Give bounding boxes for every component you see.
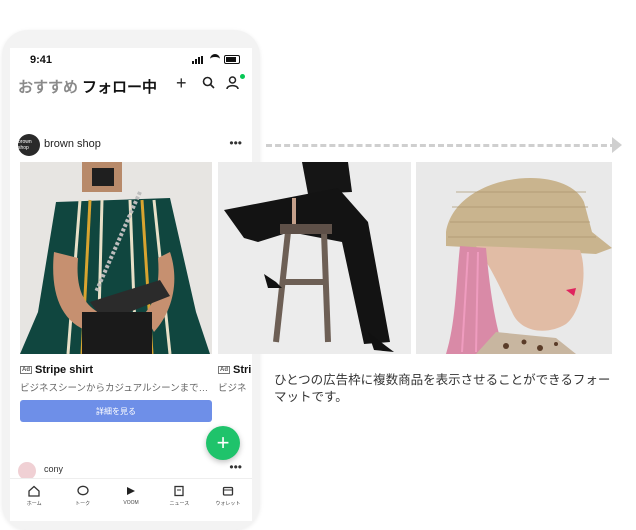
product-title-text: Stri: [233, 364, 252, 376]
post-user-row[interactable]: cony •••: [18, 460, 248, 480]
chat-icon: [76, 485, 89, 496]
format-description: ひとつの広告枠に複数商品を表示させることができるフォーマットです。: [274, 373, 611, 404]
signal-icon: [192, 55, 206, 64]
product-title[interactable]: Ad Stri: [218, 364, 252, 376]
floating-add-button[interactable]: +: [206, 426, 240, 460]
wifi-icon: [210, 54, 220, 65]
ad-badge: Ad: [218, 366, 230, 375]
ad-badge: Ad: [20, 366, 32, 375]
nav-label: トーク: [75, 501, 91, 507]
wallet-icon: [222, 486, 233, 496]
tab-following[interactable]: フォロー中: [82, 76, 157, 97]
more-icon[interactable]: •••: [229, 136, 242, 150]
more-icon[interactable]: •••: [229, 460, 242, 474]
product-title[interactable]: Ad Stripe shirt: [20, 364, 93, 376]
dashed-arrow: [266, 144, 616, 147]
arrow-head-icon: [612, 137, 622, 153]
status-time: 9:41: [30, 54, 53, 66]
nav-news[interactable]: ニュース: [155, 479, 203, 521]
user-name[interactable]: cony: [44, 464, 63, 474]
nav-label: ウォレット: [215, 501, 241, 507]
voom-icon: [127, 487, 136, 495]
battery-icon: [224, 55, 240, 64]
nav-voom[interactable]: VOOM: [107, 479, 155, 521]
product-desc: ビジネスシーンからカジュアルシーンまで…: [20, 383, 209, 394]
status-bar: 9:41: [10, 48, 252, 70]
nav-wallet[interactable]: ウォレット: [204, 479, 252, 521]
product-image-stripe-shirt[interactable]: [20, 162, 212, 354]
product-image-wide-pants[interactable]: [218, 162, 411, 354]
plus-icon: +: [216, 430, 230, 455]
user-icon[interactable]: [226, 76, 239, 94]
nav-label: ホーム: [26, 501, 42, 507]
shop-name[interactable]: brown shop: [44, 138, 101, 150]
feed-header: おすすめ フォロー中 +: [10, 73, 252, 104]
shop-row[interactable]: brown shop brown shop •••: [10, 134, 252, 158]
product-image-bucket-hat[interactable]: [416, 162, 612, 354]
nav-home[interactable]: ホーム: [10, 479, 58, 521]
tab-recommend[interactable]: おすすめ: [18, 76, 78, 97]
status-icons: [192, 54, 240, 65]
product-title-text: Stripe shirt: [35, 364, 94, 376]
detail-button[interactable]: 詳細を見る: [20, 400, 212, 422]
product-desc: ビジネ: [218, 383, 247, 394]
news-icon: [174, 485, 185, 497]
nav-chat[interactable]: トーク: [58, 479, 106, 521]
nav-label: VOOM: [123, 500, 139, 506]
shop-avatar[interactable]: brown shop: [18, 134, 40, 156]
home-icon: [28, 485, 40, 497]
notification-dot: [240, 74, 245, 79]
search-icon[interactable]: [202, 76, 215, 93]
bottom-nav: ホーム トーク VOOM ニュース ウォレット: [10, 478, 252, 521]
nav-label: ニュース: [169, 501, 190, 507]
plus-icon[interactable]: +: [176, 73, 187, 94]
